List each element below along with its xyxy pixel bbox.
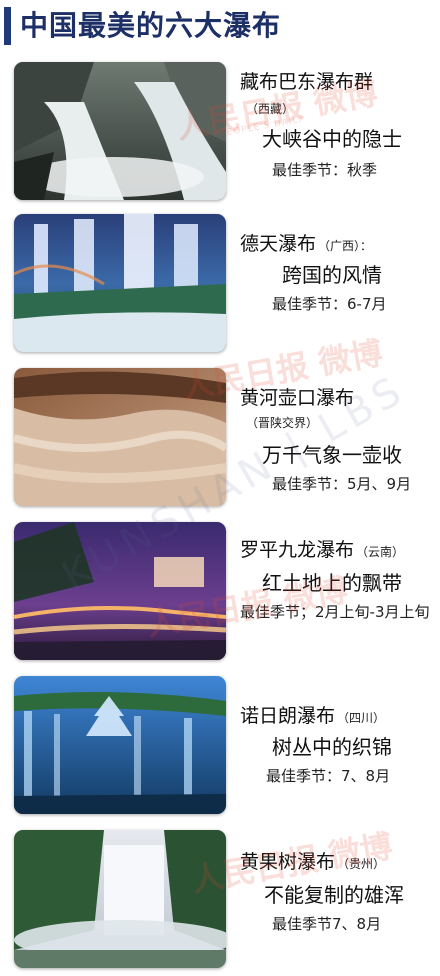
- waterfall-name-1: 藏布巴东瀑布群: [240, 71, 374, 93]
- waterfall-name-5: 诺日朗瀑布 （四川）: [240, 705, 386, 727]
- waterfall-region-6: （贵州）: [337, 857, 386, 871]
- waterfall-season-4: 最佳季节；2月上旬-3月上旬: [240, 603, 430, 621]
- page-header: 中国最美的六大瀑布: [0, 0, 440, 52]
- waterfall-card-5: 诺日朗瀑布 （四川） 树丛中的织锦 最佳季节：7、8月: [0, 676, 440, 816]
- waterfall-season-2: 最佳季节：6-7月: [272, 295, 387, 313]
- waterfall-season-1: 最佳季节：秋季: [272, 161, 378, 179]
- waterfall-theme-2: 跨国的风情: [282, 263, 382, 287]
- waterfall-name-6: 黄果树瀑布 （贵州）: [240, 851, 386, 873]
- waterfall-theme-4: 红土地上的飘带: [262, 571, 402, 595]
- waterfall-theme-1: 大峡谷中的隐士: [262, 127, 402, 151]
- waterfall-region-1: （西藏）: [246, 102, 295, 116]
- waterfall-theme-6: 不能复制的雄浑: [264, 883, 404, 907]
- waterfall-theme-5: 树丛中的织锦: [272, 735, 392, 759]
- waterfall-photo-6: [14, 830, 226, 968]
- waterfall-photo-2: [14, 214, 226, 352]
- waterfall-name-4: 罗平九龙瀑布 （云南）: [240, 539, 405, 561]
- waterfall-card-6: 黄果树瀑布 （贵州） 不能复制的雄浑 最佳季节7、8月: [0, 830, 440, 970]
- title-accent-bar: [4, 7, 11, 45]
- page-title: 中国最美的六大瀑布: [20, 9, 282, 42]
- waterfall-region-2: （广西）：: [318, 239, 373, 253]
- waterfall-card-2: 德天瀑布 （广西）： 跨国的风情 最佳季节：6-7月: [0, 214, 440, 354]
- waterfall-photo-5: [14, 676, 226, 814]
- waterfall-season-5: 最佳季节：7、8月: [266, 767, 391, 785]
- waterfall-region-5: （四川）: [337, 711, 386, 725]
- waterfall-card-4: 罗平九龙瀑布 （云南） 红土地上的飘带 最佳季节；2月上旬-3月上旬: [0, 522, 440, 662]
- waterfall-name-2: 德天瀑布 （广西）：: [240, 233, 373, 255]
- waterfall-photo-1: [14, 62, 226, 200]
- waterfall-region-4: （云南）: [356, 545, 405, 559]
- waterfall-season-3: 最佳季节：5月、9月: [272, 475, 412, 493]
- waterfall-season-6: 最佳季节7、8月: [272, 915, 382, 933]
